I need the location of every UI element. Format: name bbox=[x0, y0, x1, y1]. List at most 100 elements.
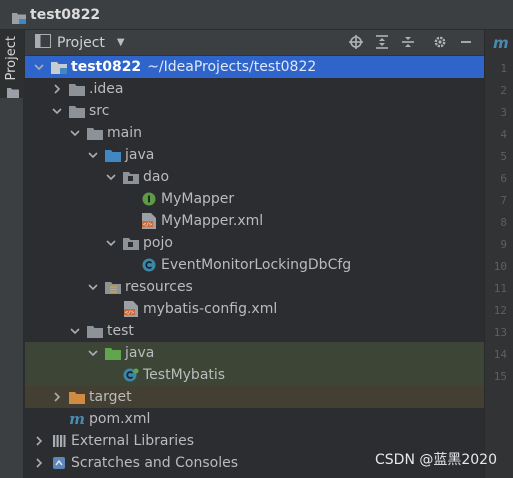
folder-icon bbox=[7, 83, 19, 102]
gear-icon[interactable] bbox=[432, 34, 448, 50]
tree-item[interactable]: TestMybatis bbox=[25, 364, 484, 386]
tree-item[interactable]: java bbox=[25, 144, 484, 166]
scratches-icon bbox=[51, 455, 67, 471]
tree-item[interactable]: java bbox=[25, 342, 484, 364]
minimize-icon[interactable] bbox=[458, 34, 474, 50]
source-root-folder-icon bbox=[105, 147, 121, 163]
editor-gutter: m 1 2 3 4 5 6 7 8 9 10 11 12 13 14 15 bbox=[484, 30, 513, 478]
tree-item[interactable]: target bbox=[25, 386, 484, 408]
line-number: 4 bbox=[500, 128, 507, 141]
maven-file-tab-icon[interactable]: m bbox=[493, 34, 509, 52]
expand-all-icon[interactable] bbox=[374, 34, 390, 50]
chevron-right-icon[interactable] bbox=[33, 457, 45, 469]
tree-item-label: MyMapper.xml bbox=[161, 213, 264, 229]
tree-item-label: src bbox=[89, 103, 110, 119]
title-bar: test0822 bbox=[0, 0, 513, 30]
maven-icon: m bbox=[69, 410, 85, 428]
tree-item[interactable]: test0822 ~/IdeaProjects/test0822 bbox=[25, 56, 484, 78]
chevron-right-icon[interactable] bbox=[51, 391, 63, 403]
line-number: 2 bbox=[500, 84, 507, 97]
project-panel-header: Project ▼ bbox=[25, 30, 484, 56]
line-number: 6 bbox=[500, 172, 507, 185]
resources-folder-icon bbox=[105, 279, 121, 295]
tree-item[interactable]: src bbox=[25, 100, 484, 122]
xml-file-icon: </> bbox=[141, 213, 157, 229]
tree-item-label: pojo bbox=[143, 235, 173, 251]
locate-icon[interactable] bbox=[348, 34, 364, 50]
folder-icon bbox=[87, 125, 103, 141]
chevron-right-icon[interactable] bbox=[33, 435, 45, 447]
caret-down-icon: ▼ bbox=[116, 37, 125, 48]
test-source-folder-icon bbox=[105, 345, 121, 361]
project-view-icon bbox=[35, 33, 51, 52]
tree-item-label: .idea bbox=[89, 81, 124, 97]
chevron-right-icon[interactable] bbox=[51, 83, 63, 95]
chevron-down-icon[interactable] bbox=[105, 237, 117, 249]
package-icon bbox=[123, 235, 139, 251]
svg-text:</>: </> bbox=[125, 310, 134, 316]
window-title: test0822 bbox=[30, 6, 101, 23]
tree-item[interactable]: test bbox=[25, 320, 484, 342]
tree-item-label: EventMonitorLockingDbCfg bbox=[161, 257, 352, 273]
tree-item-label: resources bbox=[125, 279, 193, 295]
line-number: 3 bbox=[500, 106, 507, 119]
chevron-down-icon[interactable] bbox=[87, 347, 99, 359]
line-number: 9 bbox=[500, 238, 507, 251]
tree-item[interactable]: pojo bbox=[25, 232, 484, 254]
test-class-icon bbox=[123, 367, 139, 383]
chevron-down-icon[interactable] bbox=[87, 281, 99, 293]
tree-item-label: java bbox=[125, 147, 155, 163]
tree-item[interactable]: dao bbox=[25, 166, 484, 188]
line-number: 7 bbox=[500, 194, 507, 207]
tree-item-label: MyMapper bbox=[161, 191, 235, 207]
tree-item-label: External Libraries bbox=[71, 433, 194, 449]
tree-item[interactable]: MyMapper bbox=[25, 188, 484, 210]
tree-item-label: TestMybatis bbox=[143, 367, 226, 383]
tree-item-label: dao bbox=[143, 169, 170, 185]
line-number: 15 bbox=[493, 370, 507, 383]
package-icon bbox=[123, 169, 139, 185]
tree-item[interactable]: resources bbox=[25, 276, 484, 298]
line-number: 10 bbox=[493, 260, 507, 273]
line-number: 1 bbox=[500, 62, 507, 75]
line-number: 12 bbox=[493, 304, 507, 317]
tree-item[interactable]: </> MyMapper.xml bbox=[25, 210, 484, 232]
chevron-down-icon[interactable] bbox=[69, 325, 81, 337]
project-folder-icon bbox=[12, 9, 26, 24]
line-number: 14 bbox=[493, 348, 507, 361]
tree-item-label: Scratches and Consoles bbox=[71, 455, 238, 471]
interface-icon bbox=[141, 191, 157, 207]
line-number: 5 bbox=[500, 150, 507, 163]
folder-icon bbox=[69, 103, 85, 119]
chevron-down-icon[interactable] bbox=[105, 171, 117, 183]
tree-item-path: ~/IdeaProjects/test0822 bbox=[147, 59, 317, 75]
project-tree: test0822 ~/IdeaProjects/test0822 .idea src m… bbox=[25, 56, 484, 478]
tree-item[interactable]: </> mybatis-config.xml bbox=[25, 298, 484, 320]
tree-item-label: mybatis-config.xml bbox=[143, 301, 278, 317]
tree-item-label: java bbox=[125, 345, 155, 361]
watermark: CSDN @蓝黑2020 bbox=[375, 452, 497, 468]
tree-item[interactable]: main bbox=[25, 122, 484, 144]
chevron-down-icon[interactable] bbox=[87, 149, 99, 161]
excluded-folder-icon bbox=[69, 389, 85, 405]
chevron-down-icon[interactable] bbox=[69, 127, 81, 139]
tree-item[interactable]: m pom.xml bbox=[25, 408, 484, 430]
line-number: 11 bbox=[493, 282, 507, 295]
tree-item-label: main bbox=[107, 125, 142, 141]
panel-toolbar bbox=[348, 34, 474, 50]
tree-item[interactable]: .idea bbox=[25, 78, 484, 100]
chevron-down-icon[interactable] bbox=[51, 105, 63, 117]
view-selector[interactable]: Project ▼ bbox=[35, 33, 125, 52]
folder-icon bbox=[69, 81, 85, 97]
xml-file-icon: </> bbox=[123, 301, 139, 317]
tree-item-label: test0822 bbox=[71, 59, 142, 75]
libraries-icon bbox=[51, 433, 67, 449]
class-icon bbox=[141, 257, 157, 273]
chevron-down-icon[interactable] bbox=[33, 61, 45, 73]
collapse-all-icon[interactable] bbox=[400, 34, 416, 50]
module-folder-icon bbox=[51, 59, 67, 75]
view-name: Project bbox=[57, 34, 105, 51]
tree-item-label: test bbox=[107, 323, 134, 339]
tree-item[interactable]: EventMonitorLockingDbCfg bbox=[25, 254, 484, 276]
tree-item-label: pom.xml bbox=[89, 411, 151, 427]
